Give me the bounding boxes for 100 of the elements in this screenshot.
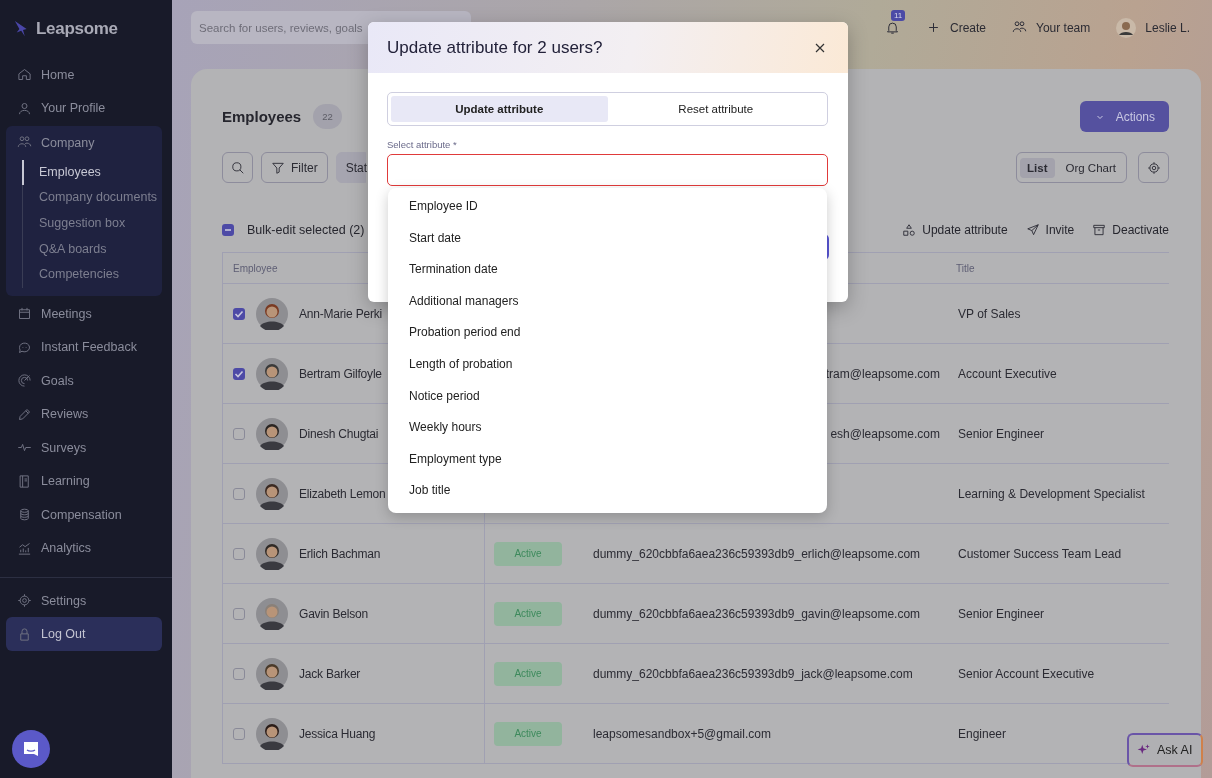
send-icon — [1025, 223, 1040, 237]
employee-name: Jessica Huang — [299, 726, 376, 741]
nav-item[interactable]: Compensation — [6, 497, 162, 532]
ask-ai-button[interactable]: Ask AI — [1127, 733, 1203, 767]
chat-icon — [17, 339, 32, 355]
job-title: Engineer — [958, 726, 1007, 741]
dropdown-option[interactable]: Notice period — [388, 380, 827, 413]
nav-item[interactable]: Goals — [6, 363, 162, 398]
archive-icon — [1092, 223, 1107, 237]
avatar — [256, 717, 288, 750]
status-badge: Active — [494, 541, 562, 566]
nav-item[interactable]: Home — [6, 58, 162, 92]
status-badge: Active — [494, 661, 562, 686]
row-checkbox[interactable] — [233, 367, 245, 380]
nav-item[interactable]: Settings — [6, 583, 162, 618]
dropdown-option[interactable]: Termination date — [388, 254, 827, 286]
dropdown-option[interactable]: Length of probation — [388, 348, 827, 381]
employee-name: Elizabeth Lemon — [299, 486, 386, 501]
employee-name: Ann-Marie Perki — [299, 306, 383, 321]
dropdown-option[interactable]: Employee ID — [388, 191, 827, 223]
nav-subitem[interactable]: Q&A boards — [23, 236, 162, 263]
chat-launcher-button[interactable] — [12, 730, 50, 768]
home-icon — [17, 67, 32, 83]
actions-button[interactable]: Actions — [1079, 101, 1169, 132]
chart-icon — [17, 540, 32, 556]
settings-button[interactable] — [1138, 152, 1169, 183]
bulk-label: Bulk-edit selected (2) — [247, 223, 365, 237]
avatar — [1116, 17, 1137, 38]
dropdown-option[interactable]: Additional managers — [388, 285, 827, 318]
filter-button[interactable]: Filter — [261, 152, 328, 183]
people-icon — [1012, 20, 1028, 35]
employee-name: Dinesh Chugtai — [299, 426, 379, 441]
job-title: Senior Engineer — [958, 606, 1045, 621]
avatar — [256, 657, 288, 690]
dropdown-option[interactable]: Employment type — [388, 443, 827, 476]
chat-icon — [22, 740, 40, 758]
row-checkbox[interactable] — [233, 607, 245, 620]
column-header: Title — [956, 262, 975, 274]
avatar — [256, 417, 288, 450]
dropdown-option[interactable]: Start date — [388, 222, 827, 255]
plus-icon — [926, 20, 941, 35]
status-filter-button[interactable]: Stat — [335, 152, 366, 183]
bulk-action[interactable]: Invite — [1025, 223, 1075, 237]
job-title: Senior Engineer — [958, 426, 1045, 441]
bell-icon[interactable] — [885, 20, 900, 35]
nav-subitem[interactable]: Employees — [22, 159, 162, 186]
column-header: Employee — [233, 262, 278, 274]
nav-item[interactable]: Your Profile — [6, 91, 162, 125]
nav-item[interactable]: Log Out — [6, 617, 162, 651]
nav-item[interactable]: Surveys — [6, 430, 162, 465]
bulk-action[interactable]: Deactivate — [1092, 223, 1169, 237]
row-checkbox[interactable] — [233, 727, 245, 740]
row-checkbox[interactable] — [233, 307, 245, 320]
view-tab[interactable]: Org Chart — [1058, 157, 1123, 178]
email-text: dummy_620cbbfa6aea236c59393db9_jack@leapsome.com — [593, 666, 913, 681]
team-button[interactable]: Your team — [1012, 20, 1091, 35]
funnel-icon — [271, 160, 285, 175]
job-title: Learning & Development Specialist — [958, 486, 1145, 501]
job-title: VP of Sales — [958, 306, 1021, 321]
row-checkbox[interactable] — [233, 487, 245, 500]
nav-item[interactable]: Learning — [6, 464, 162, 498]
bulk-checkbox[interactable] — [222, 224, 234, 236]
calendar-icon — [17, 306, 32, 322]
row-checkbox[interactable] — [233, 427, 245, 440]
nav-subitem[interactable]: Company documents — [23, 185, 162, 211]
dropdown-option[interactable]: Weekly hours — [388, 412, 827, 444]
nav-subitem[interactable]: Competencies — [23, 262, 162, 288]
search-button[interactable] — [222, 152, 253, 183]
nav-item[interactable]: Instant Feedback — [6, 330, 162, 364]
book-icon — [17, 473, 32, 489]
status-badge: Active — [494, 601, 562, 626]
pencil-icon — [17, 406, 32, 422]
mode-tab[interactable]: Reset attribute — [607, 96, 824, 122]
email-text: dummy_620cbbfa6aea236c59393db9_gavin@leapsome.com — [593, 606, 921, 621]
mode-tab[interactable]: Update attribute — [391, 96, 608, 122]
row-checkbox[interactable] — [233, 667, 245, 680]
email-text: leapsomesandbox+5@gmail.com — [593, 726, 771, 741]
view-tab[interactable]: List — [1020, 157, 1055, 178]
avatar — [256, 297, 288, 330]
nav-item[interactable]: Company — [6, 126, 162, 160]
person-icon — [17, 100, 32, 116]
job-title: Customer Success Team Lead — [958, 546, 1122, 561]
user-menu[interactable]: Leslie L. — [1116, 17, 1190, 38]
nav-item[interactable]: Reviews — [6, 397, 162, 431]
nav-subitem[interactable]: Suggestion box — [23, 210, 162, 237]
avatar — [256, 537, 288, 570]
employee-name: Erlich Bachman — [299, 546, 381, 561]
attribute-select[interactable] — [387, 154, 828, 186]
target-icon — [17, 373, 32, 389]
dropdown-option[interactable]: Job title — [388, 475, 827, 507]
dropdown-option[interactable]: Probation period end — [388, 317, 827, 349]
employee-name: Gavin Belson — [299, 606, 368, 621]
row-checkbox[interactable] — [233, 547, 245, 560]
create-button[interactable]: Create — [926, 20, 987, 35]
nav-item[interactable]: Meetings — [6, 296, 162, 331]
employee-name: Bertram Gilfoyle — [299, 366, 382, 381]
avatar — [256, 477, 288, 510]
avatar — [256, 357, 288, 390]
bulk-action[interactable]: Update attribute — [902, 223, 1008, 237]
nav-item[interactable]: Analytics — [6, 531, 162, 565]
